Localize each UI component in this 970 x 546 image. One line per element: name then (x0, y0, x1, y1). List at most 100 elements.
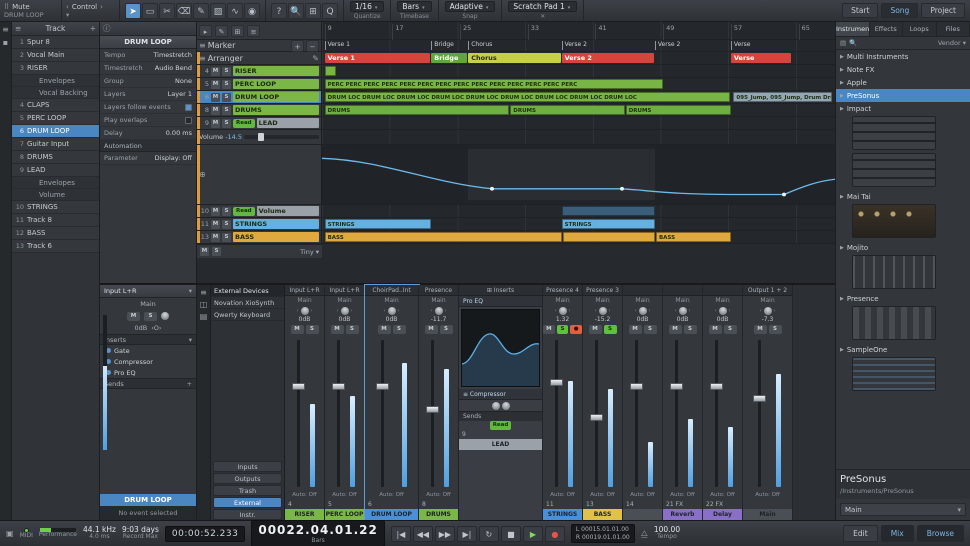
add-track-icon[interactable]: + (90, 24, 96, 33)
expand-arrow-icon[interactable]: ▶ (840, 93, 844, 99)
timeline-ruler[interactable]: 917253341495765 (322, 22, 835, 39)
audio-clip[interactable]: STRINGS (325, 219, 432, 229)
channel-fader-area[interactable] (746, 338, 789, 489)
channel-fader-area[interactable] (666, 338, 699, 489)
channel-gain-value[interactable]: 0dB (623, 316, 662, 325)
channel-name[interactable]: STRINGS (543, 509, 582, 520)
console-inserts-header[interactable]: Inserts▾ (100, 334, 196, 345)
channel-mute-button[interactable]: M (543, 325, 555, 334)
channel-mute-button[interactable]: M (669, 325, 682, 334)
channel-gain-value[interactable]: 0dB (325, 316, 364, 325)
song-page-button[interactable]: Song (881, 3, 918, 18)
lane-header[interactable]: Volume-14.5 (197, 130, 322, 144)
compressor-knob[interactable] (502, 402, 510, 410)
browser-item[interactable]: ▶Multi Instruments (836, 50, 970, 63)
marker-flag[interactable]: Chorus (468, 41, 492, 50)
channel-output-label[interactable]: Main (543, 296, 582, 305)
lane-header[interactable]: 11MSSTRINGS (197, 218, 322, 230)
pan-knob[interactable] (435, 307, 443, 315)
lane-mute-button[interactable]: M (211, 233, 220, 242)
channel-gain-value[interactable]: -7.3 (743, 316, 792, 325)
channel-strip[interactable]: ChoirPad..IntMain‹›0dBMSAuto: Off6DRUM L… (365, 285, 419, 520)
marker-menu-icon[interactable]: ≡ (199, 41, 206, 50)
channel-source-header[interactable]: Input L+R (285, 285, 324, 296)
channel-mute-button[interactable]: M (709, 325, 722, 334)
add-envelope-icon[interactable]: ⊕ (199, 170, 206, 179)
checkbox[interactable] (185, 104, 192, 111)
arrow-tool-icon[interactable]: ➤ (125, 3, 141, 19)
fader-handle[interactable] (670, 383, 683, 390)
control-link[interactable]: ‹Control› ▾ (62, 0, 120, 21)
channel-output-label[interactable]: Main (285, 296, 324, 305)
lane-solo-button[interactable]: S (222, 207, 231, 216)
audio-clip[interactable]: DRUMS (325, 105, 510, 115)
channel-source-header[interactable]: Presence 3 (583, 285, 622, 296)
channel-output-label[interactable]: Main (623, 296, 662, 305)
grid-icon[interactable]: ⊞ (231, 25, 244, 37)
lane-header[interactable]: 9MSReadLEAD (197, 117, 322, 129)
mute-tool-icon[interactable]: ▨ (210, 3, 226, 19)
channel-mute-button[interactable]: M (331, 325, 344, 334)
console-sends-header[interactable]: Sends+ (100, 378, 196, 389)
lane-solo-button[interactable]: S (222, 119, 231, 128)
mute-tool-info[interactable]: ⠿Mute DRUM LOOP (0, 0, 62, 21)
performance-indicator[interactable]: Performance (39, 528, 77, 539)
track-row[interactable]: 13Track 6 (12, 240, 99, 253)
expand-arrow-icon[interactable]: ▶ (840, 296, 844, 302)
browse-view-button[interactable]: Browse (917, 525, 964, 542)
channel-auto-mode[interactable]: Auto: Off (285, 491, 324, 500)
audio-clip[interactable]: BASS (325, 232, 562, 242)
help-icon[interactable]: ? (271, 3, 287, 19)
channel-strip[interactable]: Output 1 + 2Main‹›-7.3MSAuto: OffMain (743, 285, 793, 520)
track-row[interactable]: 6DRUM LOOP (12, 125, 99, 138)
cursor-icon[interactable]: ▸ (199, 25, 212, 37)
lane-mute-button[interactable]: M (211, 80, 220, 89)
menu-icon[interactable]: ≡ (2, 25, 9, 34)
expand-icon[interactable]: ◫ (200, 300, 208, 309)
lane-header[interactable]: 5MSPERC LOOP (197, 78, 322, 90)
lane-header[interactable]: ⊕ (197, 145, 322, 204)
track-height-select[interactable]: Tiny ▾ (300, 248, 319, 256)
remove-marker-button[interactable]: − (306, 40, 319, 52)
channel-source-header[interactable] (623, 285, 662, 296)
expand-arrow-icon[interactable]: ▶ (840, 194, 844, 200)
rack-item[interactable]: Qwerty Keyboard (211, 309, 284, 321)
go-end-button[interactable]: ▶| (457, 526, 477, 542)
rack-item[interactable]: Novation XioSynth (211, 297, 284, 309)
channel-fader-area[interactable] (626, 338, 659, 489)
volume-mini-slider[interactable] (244, 135, 319, 139)
channel-source-header[interactable] (663, 285, 702, 296)
forward-button[interactable]: ▶▶ (435, 526, 455, 542)
channel-strip[interactable]: Input L+RMain‹›0dBMSAuto: Off4RISER (285, 285, 325, 520)
instrument-thumbnail[interactable] (852, 255, 936, 289)
channel-auto-mode[interactable]: Auto: Off (419, 491, 458, 500)
channel-output-label[interactable]: Main (419, 296, 458, 305)
arranger-section[interactable]: Verse 1 (325, 53, 431, 63)
search-icon[interactable]: 🔍 (849, 39, 857, 47)
channel-strip[interactable]: Main‹›0dBMSAuto: Off22 FXDelay (703, 285, 743, 520)
channel-gain-value[interactable]: 0dB (365, 316, 418, 325)
track-row[interactable]: Envelopes (12, 75, 99, 87)
audio-clip[interactable]: PERC PERC PERC PERC PERC PERC PERC PERC … (325, 79, 664, 89)
lane-mute-button[interactable]: M (211, 67, 220, 76)
arranger-section[interactable]: Bridge (431, 53, 467, 63)
channel-strip[interactable]: Input L+RMain‹›0dBMSAuto: Off5PERC LOOP (325, 285, 365, 520)
channel-solo-button[interactable]: S (393, 325, 406, 334)
chevron-left-icon[interactable]: ‹ (66, 3, 69, 11)
channel-fader-area[interactable] (328, 338, 361, 489)
channel-name[interactable]: Main (743, 509, 792, 520)
channel-auto-mode[interactable]: Auto: Off (703, 491, 742, 500)
lane-mute-button[interactable]: M (211, 93, 220, 102)
channel-source-header[interactable]: ChoirPad..Int (365, 285, 418, 296)
lane-solo-button[interactable]: S (222, 220, 231, 229)
channel-fader-area[interactable] (368, 338, 415, 489)
channel-fader-area[interactable] (422, 338, 455, 489)
browser-tab-instruments[interactable]: Instruments (836, 22, 870, 36)
edit-view-button[interactable]: Edit (843, 525, 878, 542)
draw-icon[interactable]: ✎ (215, 25, 228, 37)
audio-clip[interactable]: DRUMS (510, 105, 624, 115)
mix-view-button[interactable]: Mix (881, 525, 914, 542)
channel-auto-mode[interactable]: Auto: Off (365, 491, 418, 500)
channel-solo-button[interactable]: S (306, 325, 319, 334)
pan-knob[interactable] (679, 307, 687, 315)
